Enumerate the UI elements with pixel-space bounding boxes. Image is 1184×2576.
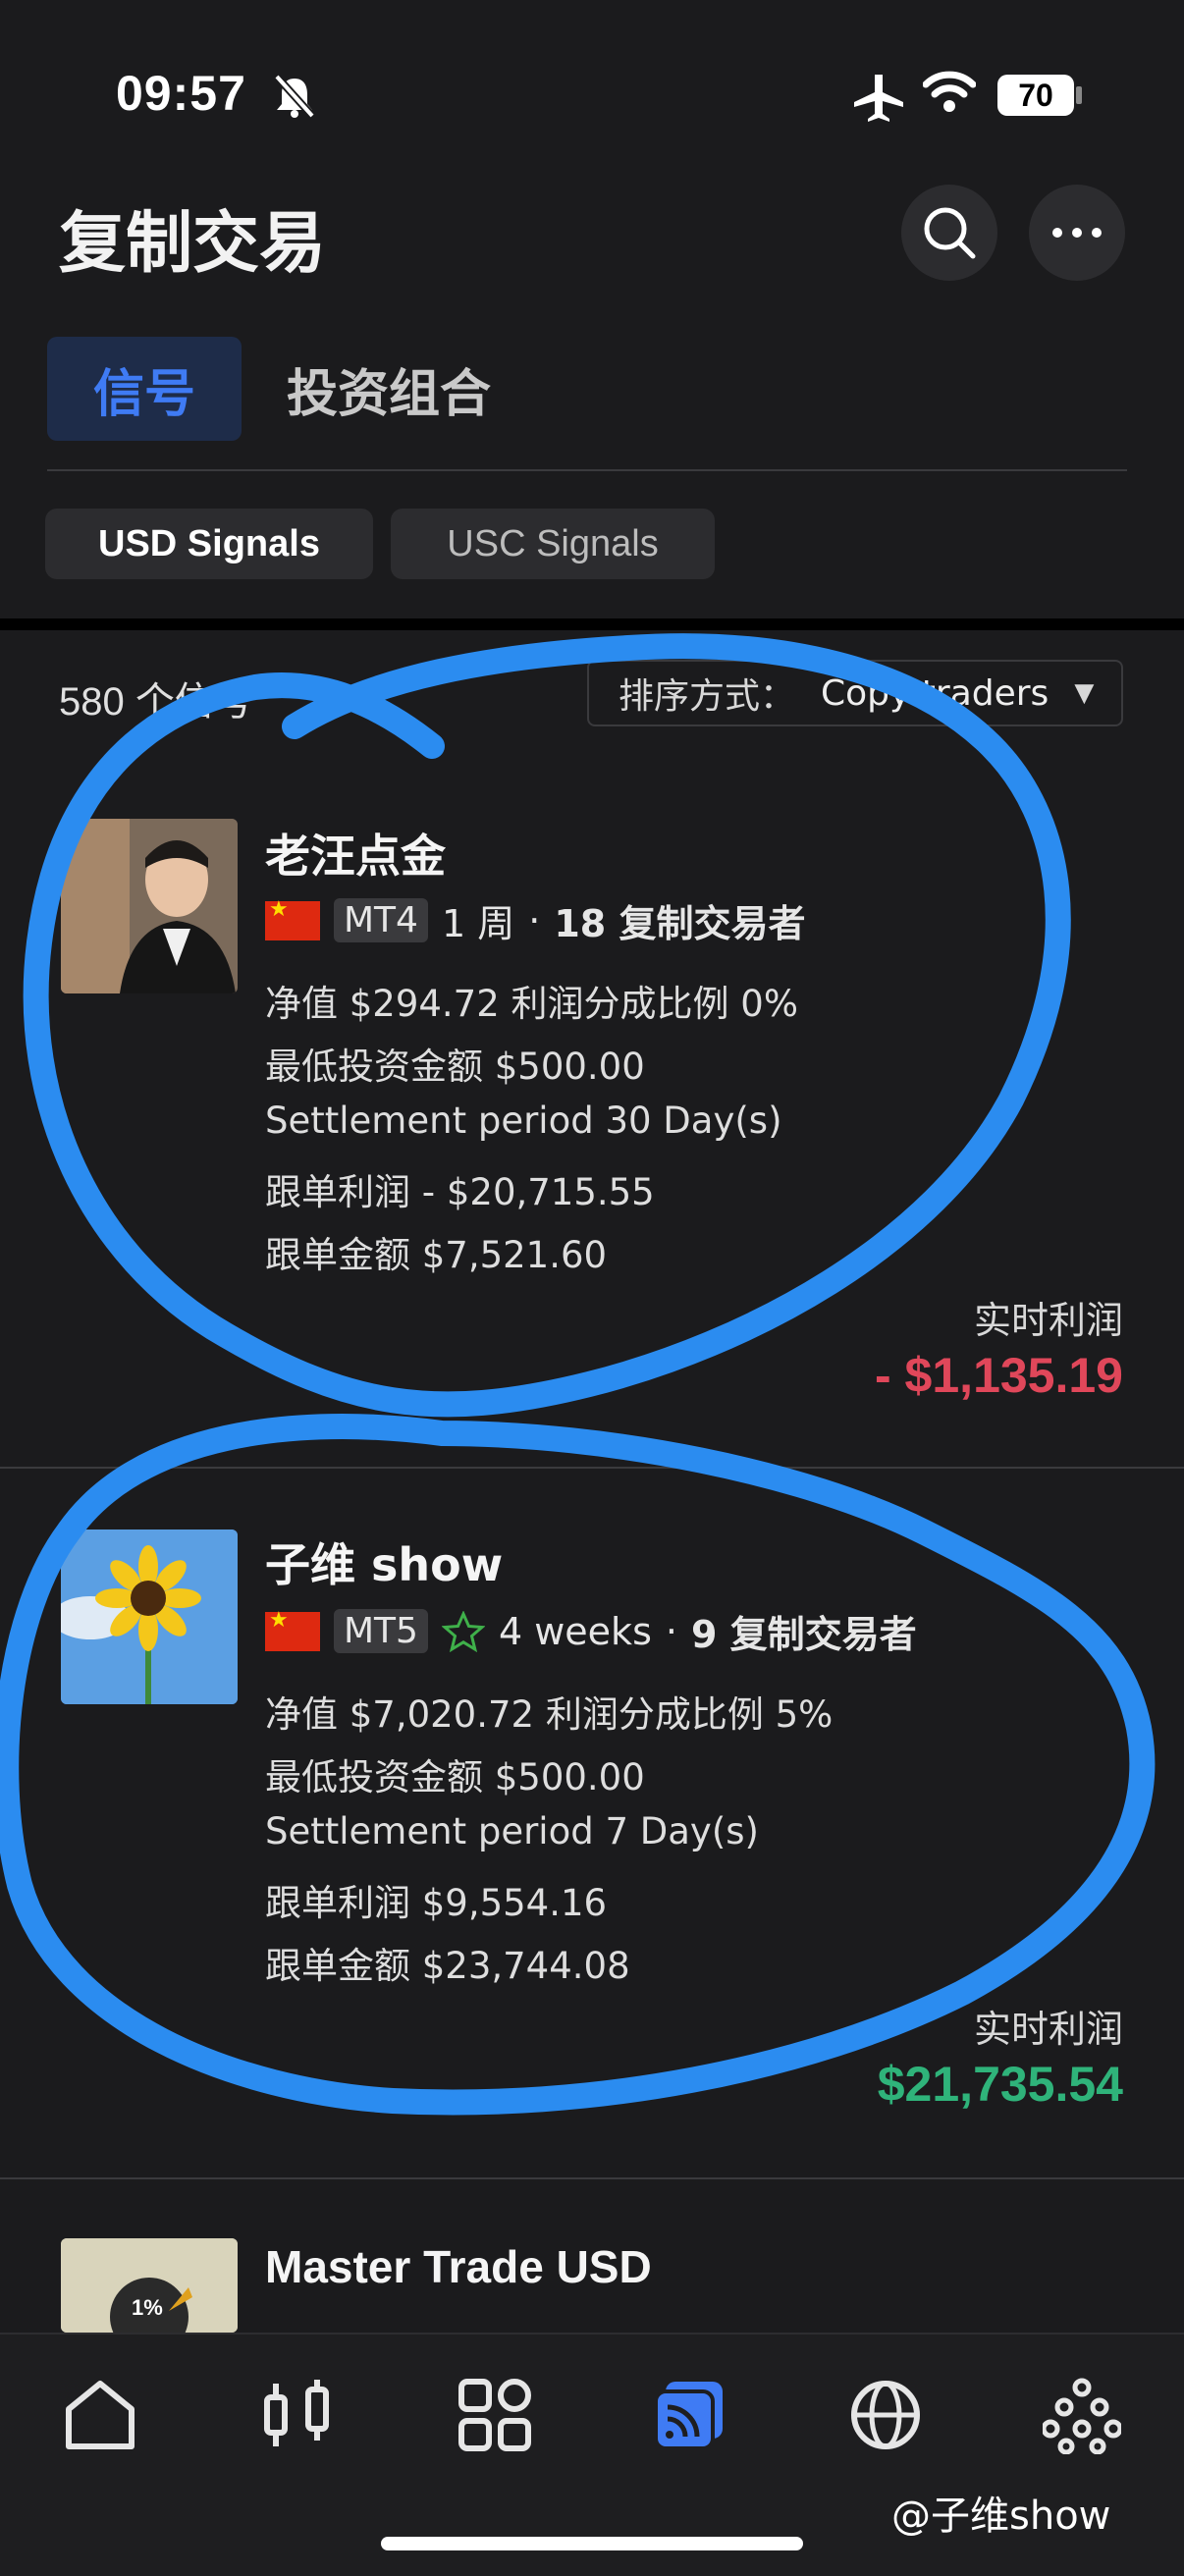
avatar[interactable] (61, 1530, 238, 1704)
tab-portfolio[interactable]: 投资组合 (287, 337, 491, 441)
separator-dot: · (528, 898, 541, 942)
settlement-line: Settlement period 30 Day(s) (265, 1100, 782, 1142)
signal-meta: MT5 4 weeks · 9 复制交易者 (265, 1604, 917, 1658)
copiers-count: 9 复制交易者 (690, 1613, 917, 1656)
avatar[interactable]: 1% (61, 2238, 238, 2333)
bell-muted-icon (274, 74, 315, 119)
tab-signals[interactable]: 信号 (47, 337, 242, 441)
section-separator (0, 618, 1184, 630)
caret-down-icon: ▼ (1074, 678, 1095, 708)
sunflower-image (61, 1530, 238, 1704)
min-invest-line: 最低投资金额 $500.00 (265, 1756, 645, 1798)
live-profit-label: 实时利润 (973, 1299, 1123, 1342)
signal-count: 580 个信号 (59, 680, 253, 724)
period: 1 周 (441, 902, 515, 945)
china-flag-icon (265, 1608, 320, 1651)
copy-profit-line: 跟单利润 - $20,715.55 (265, 1171, 655, 1213)
nav-apps-icon[interactable] (456, 2376, 534, 2454)
battery-cap (1076, 86, 1082, 104)
copiers-count: 18 复制交易者 (554, 902, 806, 945)
sort-label: 排序方式： (619, 676, 796, 717)
card-divider (0, 1467, 1184, 1469)
search-icon (924, 207, 976, 259)
star-icon (441, 1610, 485, 1652)
battery-level: 70 (1018, 77, 1053, 113)
equity-line: 净值 $7,020.72 利润分成比例 5% (265, 1693, 834, 1736)
nav-globe-icon[interactable] (846, 2376, 925, 2454)
sort-dropdown[interactable]: 排序方式： Copy traders ▼ (587, 660, 1123, 726)
china-flag-icon (265, 897, 320, 940)
more-button[interactable] (1029, 185, 1125, 281)
copy-amount-line: 跟单金额 $23,744.08 (265, 1945, 630, 1987)
home-indicator (381, 2537, 803, 2550)
live-profit-value: $21,735.54 (877, 2057, 1123, 2112)
settlement-line: Settlement period 7 Day(s) (265, 1810, 759, 1852)
signal-name[interactable]: 子维 show (265, 1530, 503, 1594)
watermark-text: @子维show (891, 2494, 1111, 2539)
sort-value: Copy traders (821, 672, 1049, 714)
airplane-icon (854, 75, 903, 122)
search-button[interactable] (901, 185, 997, 281)
live-profit-label: 实时利润 (973, 2008, 1123, 2051)
live-profit-value: - $1,135.19 (875, 1348, 1123, 1403)
platform-badge: MT4 (334, 898, 428, 942)
status-time: 09:57 (116, 66, 246, 121)
separator-dot: · (665, 1609, 677, 1653)
tabs-divider (47, 469, 1127, 471)
signal-name[interactable]: Master Trade USD (265, 2240, 652, 2293)
wifi-icon (923, 71, 976, 112)
usc-signals-pill[interactable]: USC Signals (391, 509, 715, 579)
watermark: @子维show (891, 2484, 1110, 2541)
card-divider (0, 2177, 1184, 2179)
logo-badge: 1% (132, 2295, 163, 2320)
nav-markets-icon[interactable] (257, 2376, 336, 2454)
period: 4 weeks (498, 1609, 652, 1653)
signal-meta: MT4 1 周 · 18 复制交易者 (265, 893, 805, 947)
copy-amount-line: 跟单金额 $7,521.60 (265, 1234, 608, 1276)
nav-copy-trading-icon[interactable] (650, 2376, 728, 2454)
min-invest-line: 最低投资金额 $500.00 (265, 1046, 645, 1088)
portrait-image (61, 819, 238, 993)
usd-signals-pill[interactable]: USD Signals (45, 509, 373, 579)
more-icon (1052, 228, 1102, 238)
equity-line: 净值 $294.72 利润分成比例 0% (265, 983, 798, 1025)
copy-profit-line: 跟单利润 $9,554.16 (265, 1882, 608, 1924)
platform-badge: MT5 (334, 1609, 428, 1653)
avatar[interactable] (61, 819, 238, 993)
page-title: 复制交易 (59, 205, 327, 283)
signal-name[interactable]: 老汪点金 (265, 821, 446, 886)
nav-community-icon[interactable] (1043, 2376, 1121, 2454)
battery-indicator: 70 (997, 75, 1074, 116)
nav-home-icon[interactable] (61, 2376, 139, 2454)
